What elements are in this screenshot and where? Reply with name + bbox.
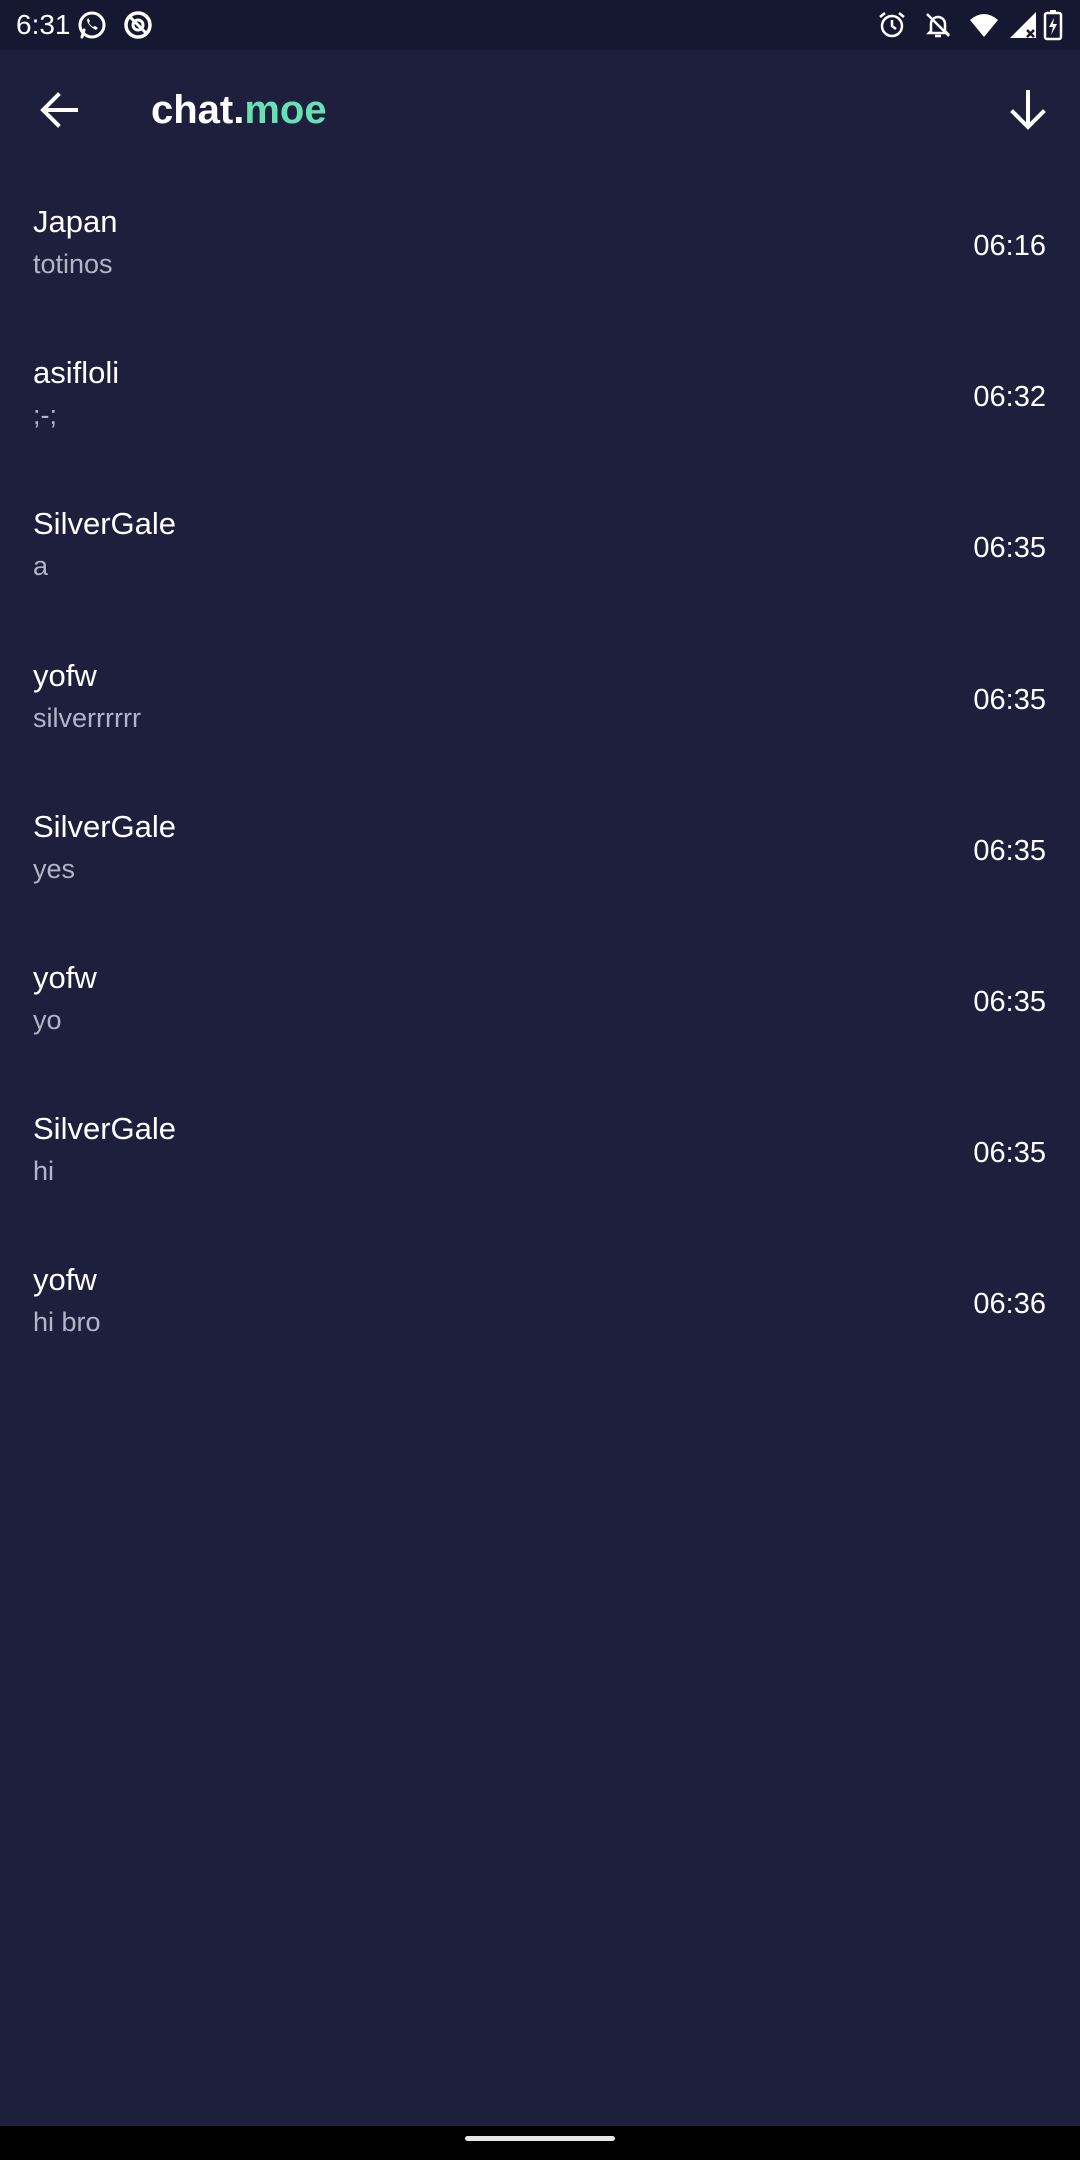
chat-screen: 6:31 chat.moe Japan totinos 06:16 asiflo… — [0, 0, 1080, 2160]
back-button[interactable] — [24, 74, 96, 146]
navigation-bar — [0, 2126, 1080, 2160]
message-author: yofw — [33, 959, 97, 995]
signal-icon — [1008, 9, 1040, 41]
home-gesture-handle[interactable] — [465, 2136, 615, 2141]
message-time: 06:32 — [973, 381, 1046, 414]
message-time: 06:36 — [973, 1288, 1046, 1321]
alarm-icon — [876, 9, 908, 41]
message-list: Japan totinos 06:16 asifloli ;-; 06:32 S… — [0, 171, 1080, 1381]
message-time: 06:35 — [973, 985, 1046, 1018]
message-time: 06:16 — [973, 230, 1046, 262]
status-bar: 6:31 — [0, 0, 1080, 50]
message-time: 06:35 — [973, 1137, 1046, 1170]
app-bar: chat.moe — [0, 50, 1080, 170]
app-title: chat.moe — [151, 86, 327, 134]
message-row[interactable]: SilverGale yes 06:35 — [0, 776, 1080, 927]
message-text: totinos — [33, 249, 113, 279]
message-text: hi — [33, 1156, 55, 1187]
message-author: SilverGale — [33, 1111, 176, 1147]
message-row[interactable]: SilverGale a 06:35 — [0, 473, 1080, 624]
message-author: yofw — [33, 657, 97, 693]
message-text: hi bro — [33, 1307, 101, 1338]
message-row[interactable]: Japan totinos 06:16 — [0, 171, 1080, 322]
message-author: asifloli — [33, 355, 120, 391]
scroll-to-bottom-button[interactable] — [992, 74, 1064, 146]
status-time: 6:31 — [16, 9, 71, 40]
message-row[interactable]: SilverGale hi 06:35 — [0, 1078, 1080, 1229]
arrow-left-icon — [40, 92, 78, 128]
message-author: Japan — [33, 204, 118, 239]
notifications-off-icon — [922, 9, 954, 41]
message-text: yes — [33, 853, 76, 884]
message-author: yofw — [33, 1262, 97, 1298]
whatsapp-icon — [76, 9, 108, 41]
message-text: a — [33, 551, 49, 582]
message-text: ;-; — [33, 400, 57, 431]
message-row[interactable]: asifloli ;-; 06:32 — [0, 322, 1080, 473]
message-time: 06:35 — [973, 532, 1046, 565]
message-text: yo — [33, 1004, 62, 1035]
message-row[interactable]: yofw hi bro 06:36 — [0, 1229, 1080, 1380]
wifi-icon — [968, 9, 1000, 41]
app-title-prefix: chat. — [151, 88, 245, 132]
app-title-accent: moe — [244, 88, 327, 132]
battery-charging-icon — [1042, 9, 1064, 41]
message-time: 06:35 — [973, 683, 1046, 716]
message-row[interactable]: yofw yo 06:35 — [0, 927, 1080, 1078]
message-author: SilverGale — [33, 808, 176, 844]
message-author: SilverGale — [33, 506, 176, 542]
message-time: 06:35 — [973, 834, 1046, 867]
arrow-down-icon — [1010, 90, 1046, 130]
message-row[interactable]: yofw silverrrrrr 06:35 — [0, 625, 1080, 776]
no-disturb-icon — [122, 9, 154, 41]
message-text: silverrrrrr — [33, 702, 141, 733]
